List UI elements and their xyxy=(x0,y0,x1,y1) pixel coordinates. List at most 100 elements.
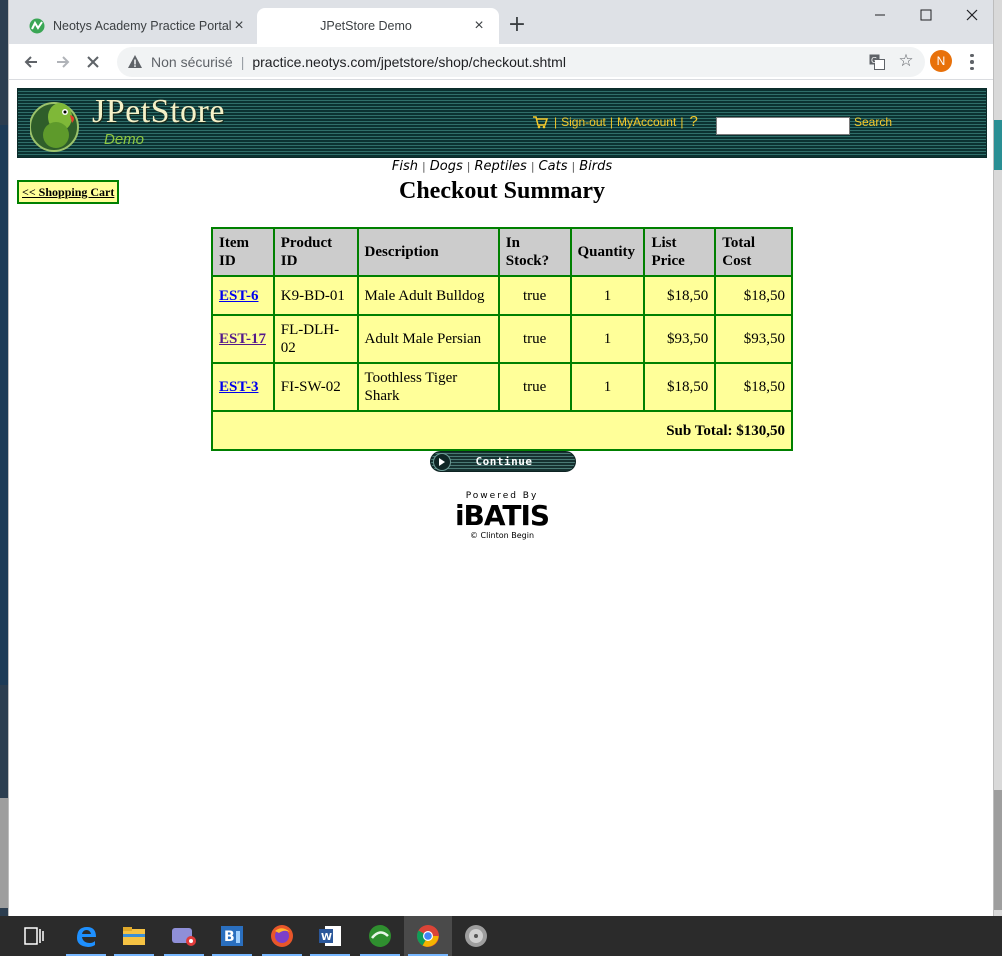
item-link[interactable]: EST-3 xyxy=(219,379,258,395)
quantity-cell: 1 xyxy=(569,275,646,316)
url-separator: | xyxy=(240,54,245,70)
tab-neotys-academy[interactable]: Neotys Academy Practice Portal × xyxy=(17,8,259,44)
category-nav: Fish | Dogs | Reptiles | Cats | Birds xyxy=(9,159,995,174)
item-id-cell: EST-17 xyxy=(211,314,275,364)
nav-separator: | xyxy=(422,160,426,173)
total-cost-cell: $18,50 xyxy=(714,275,793,316)
total-cost-cell: $18,50 xyxy=(714,362,793,412)
browser-menu-icon[interactable] xyxy=(964,50,980,74)
powered-by-logo[interactable]: Powered By iBATIS © Clinton Begin xyxy=(447,491,557,547)
subtotal-row: Sub Total: $130,50 xyxy=(211,410,793,451)
in-stock-cell: true xyxy=(497,314,572,364)
close-tab-icon[interactable]: × xyxy=(471,18,487,34)
svg-text:G: G xyxy=(871,56,877,65)
item-id-cell: EST-6 xyxy=(211,275,275,316)
category-fish[interactable]: Fish xyxy=(392,159,418,174)
subtotal-cell: Sub Total: $130,50 xyxy=(211,410,793,451)
column-header: Description xyxy=(356,227,500,277)
continue-button[interactable]: Continue xyxy=(430,451,576,472)
checkout-table: Item ID Product ID Description In Stock?… xyxy=(211,227,793,451)
nav-separator: | xyxy=(530,160,535,173)
svg-text:W: W xyxy=(321,932,332,943)
new-tab-button[interactable]: + xyxy=(505,14,529,38)
sign-out-link[interactable]: Sign-out xyxy=(561,115,606,129)
desktop-left-edge xyxy=(0,0,8,916)
play-icon xyxy=(433,452,451,471)
description-cell: Adult Male Persian xyxy=(356,314,500,364)
table-row: EST-6 K9-BD-01 Male Adult Bulldog true 1… xyxy=(211,275,793,316)
my-account-link[interactable]: MyAccount xyxy=(617,115,676,129)
category-birds[interactable]: Birds xyxy=(579,159,612,174)
parrot-logo-icon[interactable] xyxy=(30,95,82,153)
browser-toolbar: Non sécurisé | practice.neotys.com/jpets… xyxy=(9,44,993,80)
item-link[interactable]: EST-6 xyxy=(219,288,258,304)
minimize-icon[interactable] xyxy=(857,0,903,30)
nav-separator: | xyxy=(571,160,576,173)
bookmark-star-icon[interactable]: ☆ xyxy=(897,52,915,70)
url-text[interactable]: practice.neotys.com/jpetstore/shop/check… xyxy=(252,54,566,70)
page-title: Checkout Summary xyxy=(398,178,605,204)
desktop-right-edge xyxy=(994,0,1002,916)
maximize-icon[interactable] xyxy=(903,0,949,30)
total-cost-cell: $93,50 xyxy=(714,314,793,364)
in-stock-cell: true xyxy=(497,362,572,412)
svg-text:B: B xyxy=(224,929,235,945)
task-view-icon[interactable] xyxy=(12,916,56,956)
tab-jpetstore[interactable]: JPetStore Demo × xyxy=(257,8,499,44)
browser-window: Neotys Academy Practice Portal × JPetSto… xyxy=(8,0,994,916)
column-header: Item ID xyxy=(211,227,275,277)
profile-avatar[interactable]: N xyxy=(930,50,952,72)
logo-title[interactable]: JPetStore xyxy=(92,93,225,131)
column-header: Total Cost xyxy=(714,227,793,277)
ibatis-credit: © Clinton Begin xyxy=(469,531,535,540)
column-header: In Stock? xyxy=(497,227,572,277)
tab-title: JPetStore Demo xyxy=(320,19,412,33)
warning-icon[interactable] xyxy=(127,54,143,70)
item-id-cell: EST-3 xyxy=(211,362,275,412)
product-id-cell: FL-DLH-02 xyxy=(272,314,359,364)
column-header: Product ID xyxy=(272,227,359,277)
site-header: JPetStore Demo | Sign-out | MyAccount | … xyxy=(17,88,987,158)
stop-loading-icon[interactable] xyxy=(81,50,105,74)
address-bar[interactable]: Non sécurisé | practice.neotys.com/jpets… xyxy=(117,47,925,77)
word-icon[interactable]: W xyxy=(306,916,354,956)
windows-taskbar: B W xyxy=(0,916,1002,956)
column-header: List Price xyxy=(643,227,717,277)
bi-app-icon[interactable]: B xyxy=(208,916,256,956)
edge-icon[interactable] xyxy=(62,916,110,956)
category-reptiles[interactable]: Reptiles xyxy=(474,159,526,174)
table-row: EST-3 FI-SW-02 Toothless Tiger Shark tru… xyxy=(211,362,793,412)
search-input[interactable] xyxy=(716,117,850,135)
list-price-cell: $18,50 xyxy=(643,362,717,412)
list-price-cell: $93,50 xyxy=(643,314,717,364)
translate-icon[interactable]: G xyxy=(869,54,885,70)
page-content: JPetStore Demo | Sign-out | MyAccount | … xyxy=(9,81,993,916)
logo-subtitle: Demo xyxy=(104,131,145,148)
chrome-icon[interactable] xyxy=(404,916,452,956)
column-header: Quantity xyxy=(569,227,646,277)
continue-label: Continue xyxy=(475,455,533,468)
close-window-icon[interactable] xyxy=(949,0,995,30)
security-label: Non sécurisé xyxy=(151,54,233,70)
firefox-icon[interactable] xyxy=(258,916,306,956)
help-icon[interactable]: ? xyxy=(689,113,697,130)
header-links: | Sign-out | MyAccount | ? xyxy=(532,113,698,130)
forward-arrow-icon[interactable] xyxy=(51,50,75,74)
cart-icon[interactable] xyxy=(532,115,548,129)
quantity-cell: 1 xyxy=(569,362,646,412)
tab-title: Neotys Academy Practice Portal xyxy=(53,19,231,33)
back-arrow-icon[interactable] xyxy=(19,50,43,74)
tab-strip: Neotys Academy Practice Portal × JPetSto… xyxy=(9,0,993,44)
link-separator: | xyxy=(554,114,558,129)
snipping-icon[interactable] xyxy=(160,916,208,956)
item-link[interactable]: EST-17 xyxy=(219,331,266,347)
category-dogs[interactable]: Dogs xyxy=(430,159,463,174)
file-explorer-icon[interactable] xyxy=(110,916,158,956)
neoload-icon[interactable] xyxy=(356,916,404,956)
search-button[interactable]: Search xyxy=(854,115,892,129)
disc-app-icon[interactable] xyxy=(452,916,500,956)
category-cats[interactable]: Cats xyxy=(539,159,568,174)
description-cell: Male Adult Bulldog xyxy=(356,275,500,316)
close-tab-icon[interactable]: × xyxy=(231,18,247,34)
link-separator: | xyxy=(609,114,613,129)
